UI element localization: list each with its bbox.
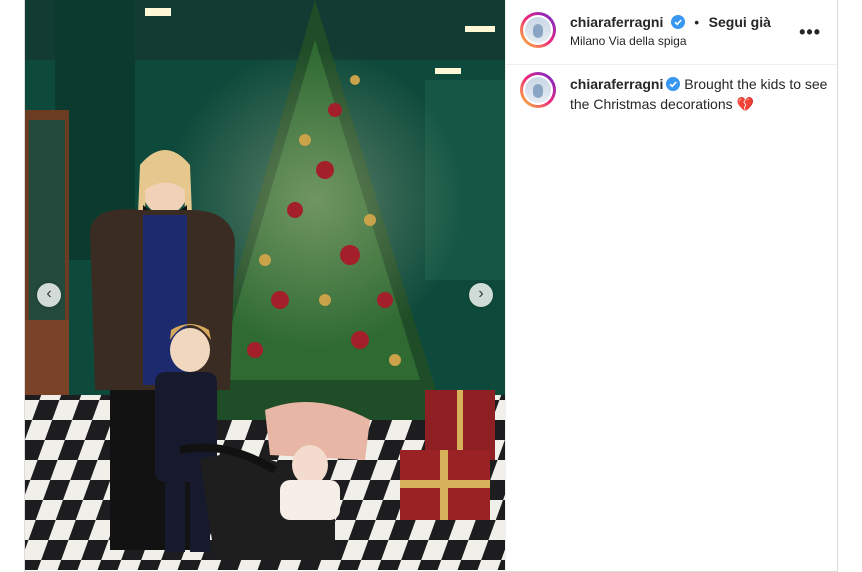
header-title-row: chiaraferragni • Segui già bbox=[570, 14, 771, 34]
carousel-prev-button[interactable]: ‹ bbox=[37, 283, 61, 307]
post-photo: ‹ › bbox=[25, 0, 505, 570]
carousel-next-button[interactable]: › bbox=[469, 283, 493, 307]
post-header: chiaraferragni • Segui già Milano Via de… bbox=[506, 0, 839, 65]
broken-heart-emoji-icon: 💔 bbox=[736, 96, 754, 112]
following-button[interactable]: Segui già bbox=[709, 14, 771, 30]
caption-avatar[interactable] bbox=[520, 72, 556, 108]
instagram-post: ‹ › chiaraferragni • Segui già Milano Vi… bbox=[24, 0, 839, 572]
more-options-button[interactable]: ••• bbox=[799, 22, 821, 43]
caption-username-link[interactable]: chiaraferragni bbox=[570, 76, 663, 92]
verified-badge-icon bbox=[666, 77, 681, 95]
post-side-panel: chiaraferragni • Segui già Milano Via de… bbox=[505, 0, 839, 570]
christmas-scene-illustration bbox=[25, 0, 505, 570]
location-link[interactable]: Milano Via della spiga bbox=[570, 34, 687, 48]
username-link[interactable]: chiaraferragni bbox=[570, 14, 663, 30]
verified-badge-icon bbox=[670, 15, 685, 34]
separator-dot: • bbox=[694, 14, 700, 30]
caption: chiaraferragni Brought the kids to see t… bbox=[570, 75, 830, 113]
avatar[interactable] bbox=[520, 12, 556, 48]
